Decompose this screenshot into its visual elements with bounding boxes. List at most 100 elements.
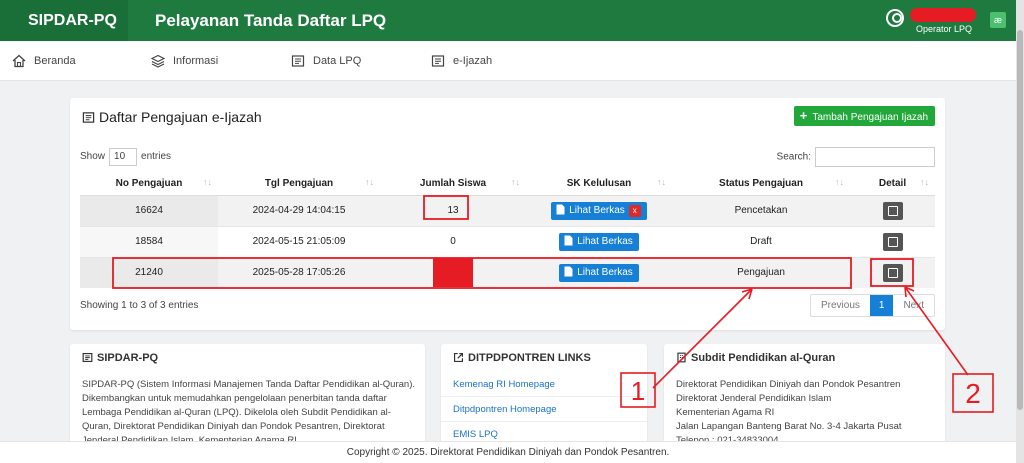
document-icon [431,55,445,67]
next-page-button[interactable]: Next [893,295,934,316]
sort-icon: ↑↓ [365,177,374,187]
subdit-card: Subdit Pendidikan al-Quran Direktorat Pe… [664,344,945,454]
column-header-jumlah-siswa[interactable]: Jumlah Siswa ↑↓ [380,172,526,196]
column-header-detail[interactable]: Detail ↑↓ [850,172,935,196]
cell-tgl: 2025-05-28 17:05:26 [218,256,380,288]
cell-status: Pengajuan [672,256,850,288]
search-area: Search: [777,147,935,167]
cell-detail [850,256,935,288]
external-link-icon [453,352,464,363]
search-input[interactable] [815,147,935,167]
entries-label: entries [141,151,172,162]
previous-page-button[interactable]: Previous [811,295,870,316]
lihat-berkas-button[interactable]: Lihat Berkas [559,263,639,282]
cell-sk: Lihat Berkas [526,225,672,257]
button-label: Lihat Berkas [577,266,633,278]
sipdar-description: SIPDAR-PQ (Sistem Informasi Manajemen Ta… [82,379,415,446]
nav-item-e-ijazah[interactable]: e-Ijazah [431,41,492,81]
header-label: Detail [878,177,907,189]
ijazah-table: No Pengajuan ↑↓ Tgl Pengajuan ↑↓ Jumlah Si… [80,172,935,288]
column-header-no-pengajuan[interactable]: No Pengajuan ↑↓ [80,172,218,196]
user-icon[interactable] [886,9,904,27]
page-length: Show 10 entries [80,148,171,166]
column-header-status[interactable]: Status Pengajuan ↑↓ [672,172,850,196]
sipdar-info-card: SIPDAR-PQ SIPDAR-PQ (Sistem Informasi Ma… [70,344,425,454]
add-ijazah-button[interactable]: + Tambah Pengajuan Ijazah [793,106,935,126]
address-line: Direktorat Pendidikan Diniyah dan Pondok… [676,379,901,390]
cell-tgl: 2024-04-29 14:04:15 [218,194,380,226]
links-list: Kemenag RI Homepage Ditpdpontren Homepag… [441,372,647,447]
address-line: Kementerian Agama RI [676,407,775,418]
sort-icon: ↑↓ [920,177,929,187]
address-line: Jalan Lapangan Banteng Barat No. 3-4 Jak… [676,421,902,432]
table-info: Showing 1 to 3 of 3 entries [80,300,199,311]
page-footer: Copyright © 2025. Direktorat Pendidikan … [0,441,1016,463]
scrollbar-thumb[interactable] [1017,30,1023,410]
links-card: DITPDPONTREN LINKS Kemenag RI Homepage D… [441,344,647,454]
plus-icon: + [799,108,808,123]
pagination: Previous 1 Next [809,294,935,317]
detail-button[interactable] [882,263,903,282]
card-title-text: Subdit Pendidikan al-Quran [691,352,836,364]
nav-item-data-lpq[interactable]: Data LPQ [291,41,361,81]
panel-title-text: Daftar Pengajuan e-Ijazah [99,109,262,125]
cell-no: 21240 [80,256,218,288]
search-label: Search: [776,151,811,163]
scrollbar[interactable] [1016,0,1024,463]
user-role: Operator LPQ [916,24,973,34]
nav-item-beranda[interactable]: Beranda [12,41,76,81]
button-label: Lihat Berkas [577,235,633,247]
label-2-text: 2 [965,378,981,409]
sort-icon: ↑↓ [511,177,520,187]
cell-jumlah [380,256,526,288]
building-icon [677,352,686,363]
cell-detail [850,225,935,257]
add-button-label: Tambah Pengajuan Ijazah [812,112,928,123]
app-title: Pelayanan Tanda Daftar LPQ [155,11,387,30]
detail-button[interactable] [882,232,903,251]
brand-logo[interactable]: SIPDAR-PQ [0,0,128,41]
address-line: Direktorat Jenderal Pendidikan Islam [676,393,832,404]
link-kemenag[interactable]: Kemenag RI Homepage [441,372,647,397]
nav-item-informasi[interactable]: Informasi [151,41,218,81]
table-row: 21240 2025-05-28 17:05:26 Lihat Berkas P… [80,256,935,288]
main-nav: Beranda Informasi Data LPQ e-Ijazah [0,41,1016,81]
file-icon [556,204,565,214]
card-title: SIPDAR-PQ [82,352,158,364]
list-icon [82,352,93,363]
column-header-tgl-pengajuan[interactable]: Tgl Pengajuan ↑↓ [218,172,380,196]
cell-detail [850,194,935,226]
cell-sk: Lihat Berkas [526,256,672,288]
home-icon [12,54,26,68]
cell-jumlah: 13 [380,194,526,226]
header-label: Status Pengajuan [719,177,803,189]
cell-sk: Lihat Berkas x [526,194,672,226]
lihat-berkas-button[interactable]: Lihat Berkas x [551,201,647,220]
cell-no: 18584 [80,225,218,257]
detail-button[interactable] [882,201,903,220]
column-header-sk-kelulusan[interactable]: SK Kelulusan ↑↓ [526,172,672,196]
card-title-text: DITPDPONTREN LINKS [468,352,591,364]
cell-status: Draft [672,225,850,257]
delete-file-icon[interactable]: x [628,204,641,217]
sort-icon: ↑↓ [835,177,844,187]
page-length-select[interactable]: 10 [109,148,138,166]
table-row: 18584 2024-05-15 21:05:09 0 Lihat Berkas… [80,225,935,257]
table-row: 16624 2024-04-29 14:04:15 13 Lihat Berka… [80,194,935,226]
card-title: DITPDPONTREN LINKS [453,352,591,364]
layers-icon [151,54,165,68]
header-label: SK Kelulusan [566,177,632,189]
cell-status: Pencetakan [672,194,850,226]
page-1-button[interactable]: 1 [869,295,894,316]
top-bar: SIPDAR-PQ Pelayanan Tanda Daftar LPQ Ope… [0,0,1016,41]
user-menu[interactable]: Operator LPQ æ [886,6,1006,36]
document-icon [291,55,305,67]
header-label: Jumlah Siswa [419,177,487,189]
link-ditpdpontren[interactable]: Ditpdpontren Homepage [441,397,647,422]
file-icon [564,266,573,277]
lihat-berkas-button[interactable]: Lihat Berkas [559,232,639,251]
show-label: Show [80,151,106,162]
redacted-username [910,8,976,22]
cell-jumlah: 0 [380,225,526,257]
sort-icon: ↑↓ [203,177,212,187]
